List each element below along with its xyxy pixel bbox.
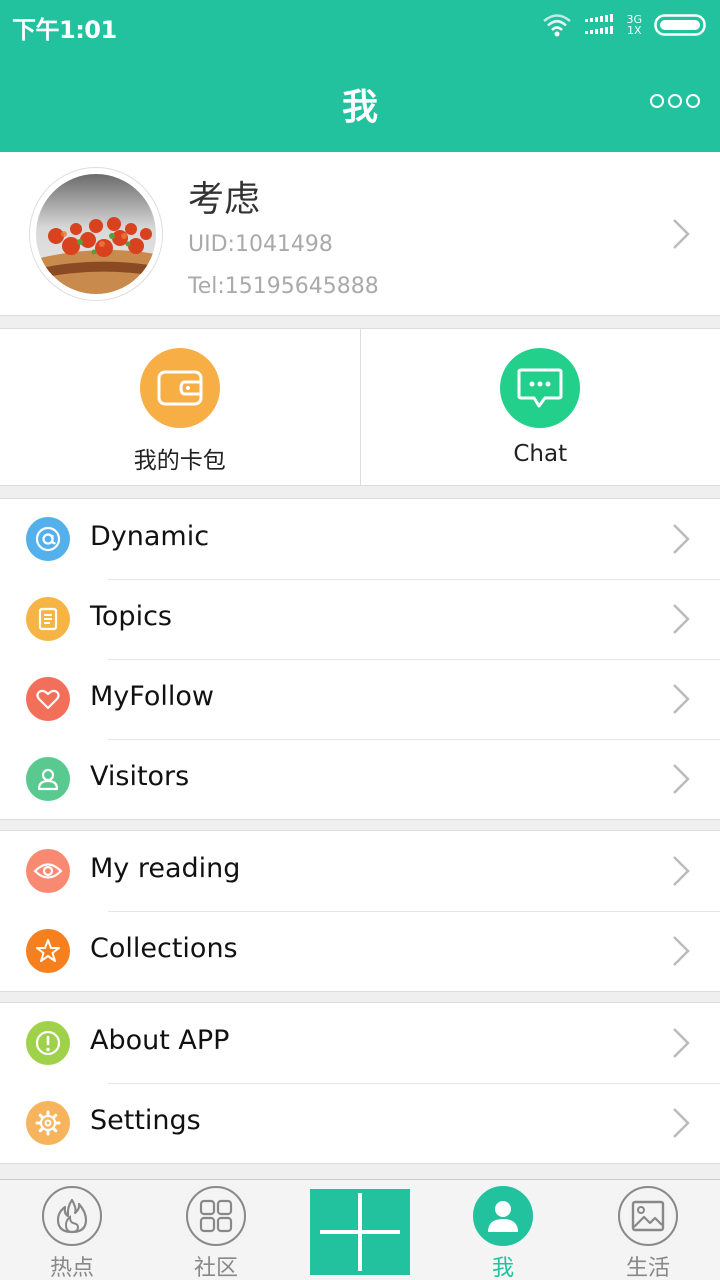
menu-item-label: Topics (90, 601, 172, 632)
signal-icon (585, 14, 614, 34)
document-icon (26, 597, 70, 641)
person-icon (26, 757, 70, 801)
menu-item-collections[interactable]: Collections (0, 911, 720, 991)
chevron-right-icon (673, 604, 690, 634)
info-icon (26, 1021, 70, 1065)
more-dot-icon (668, 94, 682, 108)
menu-item-label: About APP (90, 1025, 230, 1056)
menu-item-myfollow[interactable]: MyFollow (0, 659, 720, 739)
menu-item-settings[interactable]: Settings (0, 1083, 720, 1163)
menu-group-activity: Dynamic Topics MyFollow Visitors (0, 498, 720, 820)
menu-item-label: Visitors (90, 761, 190, 792)
menu-item-about-app[interactable]: About APP (0, 1003, 720, 1083)
chevron-right-icon (673, 1028, 690, 1058)
wifi-icon (543, 14, 572, 37)
battery-icon (654, 14, 706, 36)
wallet-label: 我的卡包 (133, 448, 226, 474)
more-options-button[interactable] (650, 90, 700, 112)
menu-item-label: MyFollow (90, 681, 214, 712)
picture-icon (618, 1186, 678, 1246)
chevron-right-icon (673, 524, 690, 554)
system-icons: 3G 1X (542, 12, 708, 38)
at-sign-icon (26, 517, 70, 561)
grid-icon (186, 1186, 246, 1246)
menu-group-app: About APP Settings (0, 1002, 720, 1164)
menu-item-topics[interactable]: Topics (0, 579, 720, 659)
plus-icon[interactable] (310, 1189, 410, 1275)
chevron-right-icon (673, 764, 690, 794)
profile-tel: Tel:15195645888 (188, 274, 379, 299)
tab-bar: 热点 社区 我 生活 (0, 1179, 720, 1280)
tab-label: 热点 (49, 1256, 94, 1280)
chevron-right-icon (673, 219, 690, 249)
quick-actions: 我的卡包 Chat (0, 328, 720, 486)
wallet-button[interactable]: 我的卡包 (0, 329, 360, 485)
status-bar: 下午1:01 3G 1X (0, 0, 720, 50)
chat-bubble-icon (500, 348, 581, 428)
chevron-right-icon (673, 1108, 690, 1138)
menu-item-dynamic[interactable]: Dynamic (0, 499, 720, 579)
eye-icon (26, 849, 70, 893)
menu-item-label: My reading (90, 853, 241, 884)
menu-item-label: Dynamic (90, 521, 210, 552)
avatar[interactable] (29, 167, 163, 301)
chevron-right-icon (673, 936, 690, 966)
menu-item-label: Settings (90, 1105, 201, 1136)
wallet-icon (139, 348, 220, 428)
flame-icon (42, 1186, 102, 1246)
heart-icon (26, 677, 70, 721)
user-icon (473, 1186, 533, 1246)
profile-card[interactable]: 考虑 UID:1041498 Tel:15195645888 (0, 152, 720, 316)
chevron-right-icon (673, 684, 690, 714)
tab-label: 社区 (193, 1256, 238, 1280)
chevron-right-icon (673, 856, 690, 886)
chat-label: Chat (513, 441, 568, 467)
tab-label: 生活 (625, 1256, 670, 1280)
more-dot-icon (650, 94, 664, 108)
status-time: 下午1:01 (12, 16, 117, 44)
tab-label: 我 (491, 1256, 514, 1280)
profile-name: 考虑 (188, 179, 261, 220)
tab-me[interactable]: 我 (431, 1180, 575, 1280)
gear-icon (26, 1101, 70, 1145)
tab-life[interactable]: 生活 (576, 1180, 720, 1280)
menu-group-reading: My reading Collections (0, 830, 720, 992)
title-bar: 我 (0, 50, 720, 152)
menu-item-my-reading[interactable]: My reading (0, 831, 720, 911)
chat-button[interactable]: Chat (359, 329, 720, 485)
more-dot-icon (686, 94, 700, 108)
menu-item-label: Collections (90, 933, 238, 964)
tab-community[interactable]: 社区 (144, 1180, 288, 1280)
tab-hot[interactable]: 热点 (0, 1180, 144, 1280)
menu-item-visitors[interactable]: Visitors (0, 739, 720, 819)
profile-uid: UID:1041498 (188, 232, 333, 257)
star-icon (26, 929, 70, 973)
network-type: 3G 1X (626, 13, 642, 37)
page-title: 我 (341, 87, 378, 128)
